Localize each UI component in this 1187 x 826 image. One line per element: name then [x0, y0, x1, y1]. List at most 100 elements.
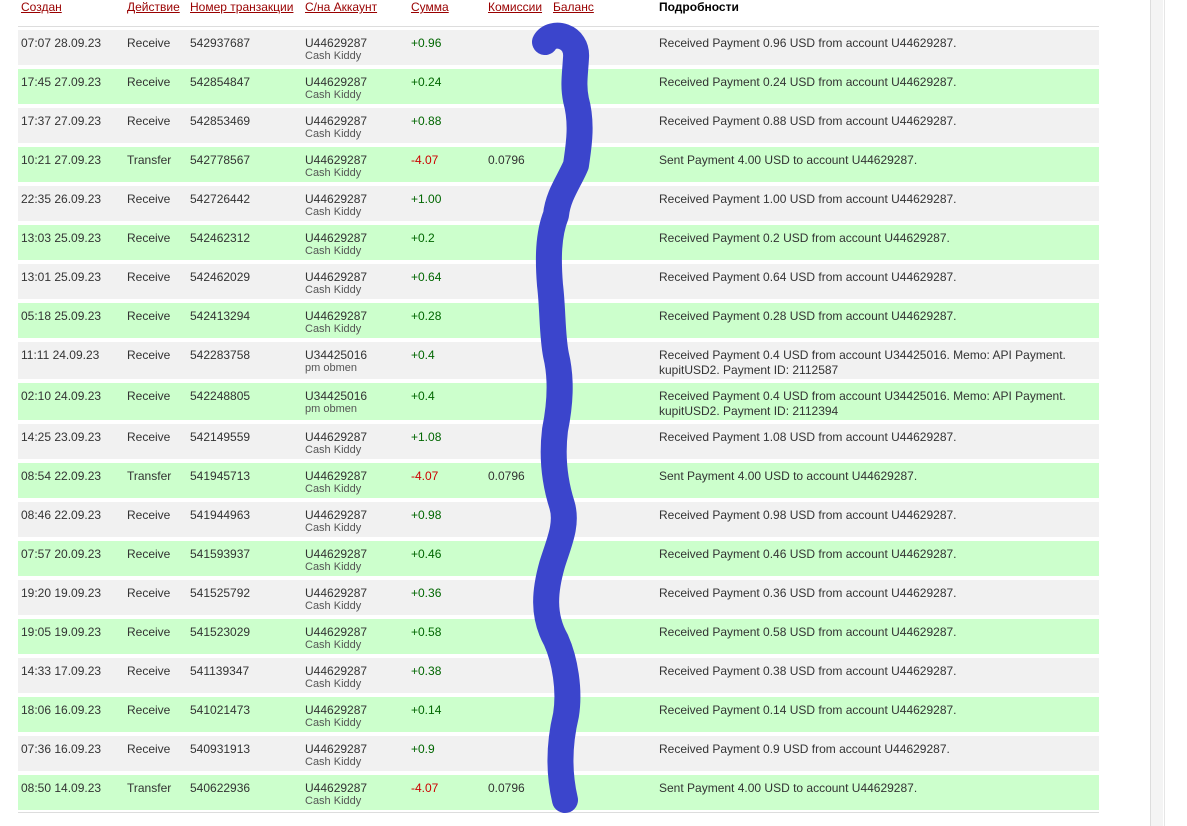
column-header-transaction-number[interactable]: Номер транзакции	[190, 0, 293, 18]
cell-account: U44629287 Cash Kiddy	[305, 547, 367, 574]
table-row: 05:18 25.09.23 Receive 542413294 +0.28 Recei…	[18, 303, 1099, 338]
table-row: 14:25 23.09.23 Receive 542149559 +1.08 Recei…	[18, 424, 1099, 459]
cell-transaction-number: 542413294	[190, 309, 251, 323]
table-row: 08:50 14.09.23 Transfer 540622936 -4.07 0.07…	[18, 775, 1099, 810]
cell-date: 07:36 16.09.23	[21, 742, 102, 756]
cell-account: U44629287 Cash Kiddy	[305, 114, 367, 141]
account-id: U44629287	[305, 430, 368, 444]
account-name: Cash Kiddy	[305, 167, 362, 179]
cell-date: 13:03 25.09.23	[21, 231, 102, 245]
account-name: Cash Kiddy	[305, 522, 362, 534]
cell-details: Sent Payment 4.00 USD to account U446292…	[659, 153, 918, 167]
cell-action: Receive	[127, 508, 171, 522]
cell-transaction-number: 542283758	[190, 348, 251, 362]
cell-details: Received Payment 0.4 USD from account U3…	[659, 389, 1066, 418]
column-header-account[interactable]: С/на Аккаунт	[305, 0, 377, 18]
cell-date: 19:20 19.09.23	[21, 586, 102, 600]
transaction-history-page: Создан Действие Номер транзакции С/на Ак…	[0, 0, 1187, 826]
cell-date: 19:05 19.09.23	[21, 625, 102, 639]
cell-account: U44629287 Cash Kiddy	[305, 231, 367, 258]
account-name: Cash Kiddy	[305, 206, 362, 218]
cell-details: Received Payment 0.24 USD from account U…	[659, 75, 957, 89]
header-divider	[18, 26, 1099, 27]
cell-date: 18:06 16.09.23	[21, 703, 102, 717]
cell-account: U44629287 Cash Kiddy	[305, 153, 367, 180]
table-row: 08:46 22.09.23 Receive 541944963 +0.98 Recei…	[18, 502, 1099, 537]
column-header-amount[interactable]: Сумма	[411, 0, 449, 18]
cell-action: Receive	[127, 389, 171, 403]
cell-date: 05:18 25.09.23	[21, 309, 102, 323]
account-name: Cash Kiddy	[305, 284, 362, 296]
account-name: Cash Kiddy	[305, 717, 362, 729]
cell-date: 10:21 27.09.23	[21, 153, 102, 167]
table-bottom-divider	[18, 812, 1099, 813]
page-edge	[1164, 0, 1165, 826]
cell-amount: +0.58	[411, 625, 442, 639]
cell-action: Transfer	[127, 781, 172, 795]
cell-transaction-number: 542853469	[190, 114, 251, 128]
cell-details: Received Payment 0.9 USD from account U4…	[659, 742, 950, 756]
cell-details: Received Payment 0.64 USD from account U…	[659, 270, 957, 284]
account-id: U44629287	[305, 547, 368, 561]
cell-action: Receive	[127, 114, 171, 128]
column-header-action[interactable]: Действие	[127, 0, 180, 18]
cell-date: 22:35 26.09.23	[21, 192, 102, 206]
account-id: U44629287	[305, 192, 368, 206]
table-row: 07:36 16.09.23 Receive 540931913 +0.9 Receiv…	[18, 736, 1099, 771]
account-id: U44629287	[305, 703, 368, 717]
table-row: 07:07 28.09.23 Receive 542937687 +0.96 Recei…	[18, 30, 1099, 65]
account-id: U44629287	[305, 508, 368, 522]
cell-details: Received Payment 0.88 USD from account U…	[659, 114, 957, 128]
column-header-created[interactable]: Создан	[21, 0, 62, 18]
account-id: U44629287	[305, 586, 368, 600]
cell-details: Received Payment 0.2 USD from account U4…	[659, 231, 950, 245]
cell-date: 02:10 24.09.23	[21, 389, 102, 403]
account-name: Cash Kiddy	[305, 639, 362, 651]
scrollbar-track[interactable]	[1150, 0, 1163, 826]
cell-transaction-number: 541593937	[190, 547, 251, 561]
table-row: 19:20 19.09.23 Receive 541525792 +0.36 Recei…	[18, 580, 1099, 615]
table-row: 17:37 27.09.23 Receive 542853469 +0.88 Recei…	[18, 108, 1099, 143]
table-row: 18:06 16.09.23 Receive 541021473 +0.14 Recei…	[18, 697, 1099, 732]
cell-details: Received Payment 1.08 USD from account U…	[659, 430, 957, 444]
cell-date: 17:37 27.09.23	[21, 114, 102, 128]
cell-amount: +0.88	[411, 114, 442, 128]
cell-details: Received Payment 1.00 USD from account U…	[659, 192, 957, 206]
table-row: 19:05 19.09.23 Receive 541523029 +0.58 9 Rece…	[18, 619, 1099, 654]
account-id: U44629287	[305, 153, 368, 167]
account-id: U44629287	[305, 309, 368, 323]
cell-action: Receive	[127, 75, 171, 89]
cell-action: Transfer	[127, 469, 172, 483]
account-id: U44629287	[305, 664, 368, 678]
cell-transaction-number: 540622936	[190, 781, 251, 795]
cell-amount: +0.14	[411, 703, 442, 717]
cell-details: Received Payment 0.96 USD from account U…	[659, 36, 957, 50]
cell-amount: +0.46	[411, 547, 442, 561]
cell-action: Receive	[127, 703, 171, 717]
cell-action: Receive	[127, 231, 171, 245]
account-name: pm obmen	[305, 403, 357, 415]
cell-transaction-number: 541523029	[190, 625, 251, 639]
cell-account: U44629287 Cash Kiddy	[305, 270, 367, 297]
account-name: Cash Kiddy	[305, 128, 362, 140]
cell-date: 17:45 27.09.23	[21, 75, 102, 89]
column-header-fees[interactable]: Комиссии	[488, 0, 542, 18]
cell-account: U44629287 Cash Kiddy	[305, 781, 367, 808]
cell-transaction-number: 541525792	[190, 586, 251, 600]
cell-amount: +1.00	[411, 192, 442, 206]
column-header-details: Подробности	[659, 0, 739, 14]
cell-details: Received Payment 0.46 USD from account U…	[659, 547, 957, 561]
account-name: Cash Kiddy	[305, 756, 362, 768]
cell-amount: +0.4	[411, 348, 435, 362]
cell-action: Receive	[127, 430, 171, 444]
account-name: Cash Kiddy	[305, 483, 362, 495]
cell-details: Sent Payment 4.00 USD to account U446292…	[659, 469, 918, 483]
column-header-balance[interactable]: Баланс	[553, 0, 594, 18]
table-row: 13:03 25.09.23 Receive 542462312 +0.2 Receiv…	[18, 225, 1099, 260]
cell-details: Received Payment 0.4 USD from account U3…	[659, 348, 1066, 377]
cell-transaction-number: 541945713	[190, 469, 251, 483]
account-id: U44629287	[305, 781, 368, 795]
cell-transaction-number: 540931913	[190, 742, 251, 756]
cell-date: 08:46 22.09.23	[21, 508, 102, 522]
account-name: Cash Kiddy	[305, 245, 362, 257]
